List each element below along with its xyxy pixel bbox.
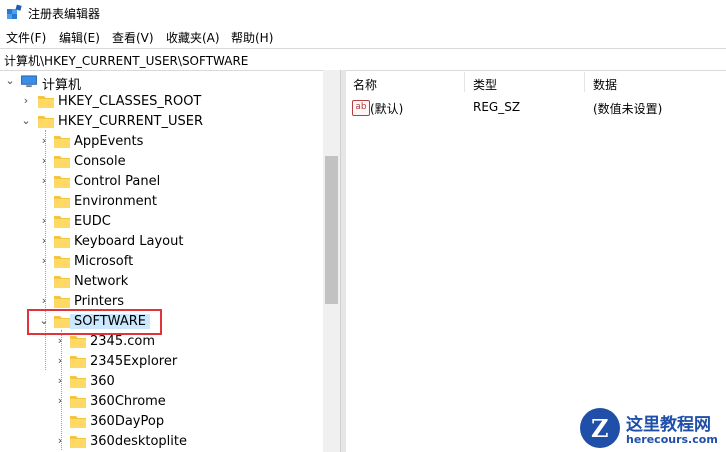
tree-item-label: Environment	[74, 194, 158, 209]
chevron-right-icon[interactable]: ›	[38, 154, 50, 168]
tree-item-computer[interactable]: ⌄ 计算机	[0, 72, 320, 93]
tree-item-network[interactable]: Network	[0, 272, 320, 292]
folder-icon	[54, 176, 70, 188]
folder-icon	[38, 96, 54, 108]
tree-item-360[interactable]: › 360	[0, 372, 320, 392]
tree-item-360desktoplite[interactable]: › 360desktoplite	[0, 432, 320, 452]
address-path[interactable]: 计算机\HKEY_CURRENT_USER\SOFTWARE	[4, 52, 248, 69]
tree-item-label: 2345.com	[90, 334, 155, 349]
tree-item-console[interactable]: › Console	[0, 152, 320, 172]
folder-icon	[54, 296, 70, 308]
tree-item-2345com[interactable]: › 2345.com	[0, 332, 320, 352]
folder-icon	[54, 156, 70, 168]
value-data: (数值未设置)	[593, 102, 663, 116]
address-bar[interactable]: 计算机\HKEY_CURRENT_USER\SOFTWARE	[0, 48, 726, 71]
string-value-icon: ab	[352, 100, 370, 116]
folder-icon	[70, 416, 86, 428]
tree-item-360daypop[interactable]: 360DayPop	[0, 412, 320, 432]
chevron-down-icon[interactable]: ⌄	[4, 74, 16, 88]
chevron-right-icon[interactable]: ›	[54, 354, 66, 368]
folder-icon	[54, 196, 70, 208]
value-name: (默认)	[370, 102, 404, 116]
tree-item-label: HKEY_CLASSES_ROOT	[58, 94, 202, 109]
menu-file[interactable]: 文件(F)	[6, 29, 46, 46]
values-list-pane[interactable]: 名称 类型 数据 ab (默认) REG_SZ (数值未设置)	[346, 70, 726, 452]
tree-item-control-panel[interactable]: › Control Panel	[0, 172, 320, 192]
tree-item-label: 2345Explorer	[90, 354, 178, 369]
tree-item-label: 360desktoplite	[90, 434, 187, 449]
watermark-name: 这里教程网	[626, 415, 711, 435]
tree-item-label: Printers	[74, 294, 125, 309]
menu-edit[interactable]: 编辑(E)	[59, 29, 100, 46]
tree-item-label: AppEvents	[74, 134, 144, 149]
tree-item-2345explorer[interactable]: › 2345Explorer	[0, 352, 320, 372]
computer-icon	[21, 75, 37, 88]
chevron-right-icon[interactable]: ›	[38, 214, 50, 228]
column-header-data[interactable]: 数据	[593, 76, 617, 93]
folder-open-icon	[38, 116, 54, 128]
watermark-logo: Z	[580, 408, 620, 448]
folder-icon	[54, 276, 70, 288]
chevron-right-icon[interactable]: ›	[54, 434, 66, 448]
chevron-right-icon[interactable]: ›	[54, 394, 66, 408]
value-type: REG_SZ	[473, 100, 521, 114]
folder-icon	[54, 216, 70, 228]
tree-item-label: Control Panel	[74, 174, 161, 189]
chevron-right-icon[interactable]: ›	[38, 134, 50, 148]
tree-item-environment[interactable]: Environment	[0, 192, 320, 212]
menu-bar: 文件(F) 编辑(E) 查看(V) 收藏夹(A) 帮助(H)	[0, 27, 726, 47]
tree-item-360chrome[interactable]: › 360Chrome	[0, 392, 320, 412]
watermark-logo-letter: Z	[591, 414, 609, 443]
chevron-down-icon[interactable]: ⌄	[20, 114, 32, 128]
folder-icon	[54, 136, 70, 148]
chevron-right-icon[interactable]: ›	[54, 374, 66, 388]
tree-item-label: 360	[90, 374, 115, 389]
annotation-highlight-box	[27, 309, 162, 335]
menu-favorites[interactable]: 收藏夹(A)	[166, 29, 220, 46]
chevron-right-icon[interactable]: ›	[20, 94, 32, 108]
tree-item-label: EUDC	[74, 214, 111, 229]
tree-item-label: Network	[74, 274, 129, 289]
tree-item-keyboard-layout[interactable]: › Keyboard Layout	[0, 232, 320, 252]
tree-item-label: Microsoft	[74, 254, 134, 269]
menu-view[interactable]: 查看(V)	[112, 29, 154, 46]
chevron-right-icon[interactable]: ›	[38, 234, 50, 248]
folder-icon	[70, 376, 86, 388]
tree-item-label: HKEY_CURRENT_USER	[58, 114, 204, 129]
folder-icon	[70, 336, 86, 348]
column-separator[interactable]	[464, 72, 465, 92]
menu-help[interactable]: 帮助(H)	[231, 29, 273, 46]
column-header-type[interactable]: 类型	[473, 76, 497, 93]
value-row[interactable]: ab (默认) REG_SZ (数值未设置)	[346, 98, 726, 118]
tree-item-eudc[interactable]: › EUDC	[0, 212, 320, 232]
tree-item-appevents[interactable]: › AppEvents	[0, 132, 320, 152]
folder-icon	[54, 236, 70, 248]
tree-item-microsoft[interactable]: › Microsoft	[0, 252, 320, 272]
tree-item-hkcu[interactable]: ⌄ HKEY_CURRENT_USER	[0, 112, 320, 132]
tree-scrollbar-thumb[interactable]	[325, 156, 338, 304]
chevron-right-icon[interactable]: ›	[38, 294, 50, 308]
tree-item-label: 360DayPop	[90, 414, 165, 429]
window-title: 注册表编辑器	[28, 7, 101, 21]
folder-icon	[70, 396, 86, 408]
tree-pane[interactable]: ⌄ 计算机 › HKEY_CLASSES_ROOT ⌄ HKEY_CURRENT…	[0, 70, 340, 452]
column-header-name[interactable]: 名称	[353, 76, 377, 93]
tree-item-label: Console	[74, 154, 126, 169]
chevron-right-icon[interactable]: ›	[38, 174, 50, 188]
tree-item-label: 计算机	[42, 78, 82, 93]
watermark-url: herecours.com	[626, 433, 718, 446]
tree-item-hkcr[interactable]: › HKEY_CLASSES_ROOT	[0, 92, 320, 112]
registry-editor-icon	[7, 4, 22, 19]
folder-icon	[54, 256, 70, 268]
folder-icon	[70, 356, 86, 368]
title-bar: 注册表编辑器	[0, 0, 726, 26]
chevron-right-icon[interactable]: ›	[38, 254, 50, 268]
chevron-right-icon[interactable]: ›	[54, 334, 66, 348]
column-separator[interactable]	[584, 72, 585, 92]
tree-item-label: Keyboard Layout	[74, 234, 184, 249]
tree-item-label: 360Chrome	[90, 394, 166, 409]
watermark: Z 这里教程网 herecours.com	[578, 404, 726, 452]
folder-icon	[70, 436, 86, 448]
